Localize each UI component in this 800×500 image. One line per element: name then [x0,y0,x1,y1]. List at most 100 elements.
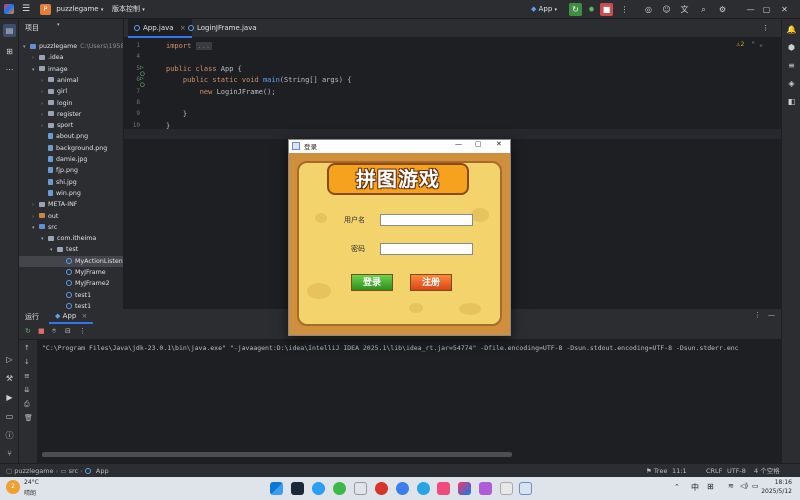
maximize-icon[interactable]: ▢ [760,3,773,16]
tree-item[interactable]: MyJFrame2 [19,278,123,289]
app-icon[interactable] [354,482,367,495]
chevron-up-icon[interactable]: ⌃ [751,40,755,48]
minimize-icon[interactable]: — [455,140,462,148]
tree-item[interactable]: › register [19,109,123,120]
layout-icon[interactable]: ◧ [785,95,798,108]
tab-overflow-icon[interactable]: ⋮ [756,19,775,38]
stop-icon[interactable]: ■ [600,3,613,16]
clock-date[interactable]: 2025/5/12 [758,488,792,495]
qq-icon[interactable] [479,482,492,495]
tray-expand-icon[interactable]: ⌃ [674,483,680,491]
ai-assistant-icon[interactable]: ◎ [642,3,655,16]
telegram-icon[interactable] [417,482,430,495]
vcs-menu[interactable]: 版本控制 ▾ [112,0,145,19]
main-menu-icon[interactable]: ☰ [22,0,30,19]
wechat-icon[interactable] [333,482,346,495]
run-tool-icon[interactable]: ▷ [3,353,16,366]
edge-icon[interactable] [312,482,325,495]
debug-icon[interactable]: ✹ [585,3,598,16]
close-icon[interactable]: ✕ [496,140,502,148]
collaboration-icon[interactable]: ☺ [660,3,673,16]
password-input[interactable] [380,243,473,255]
settings-icon[interactable]: ⚙ [716,3,729,16]
tree-item[interactable]: › sport [19,120,123,131]
login-button[interactable]: 登录 [351,274,393,291]
breadcrumb-item[interactable]: puzzlegame [14,467,53,475]
bilibili-icon[interactable] [437,482,450,495]
scroll-to-end-icon[interactable]: ⇊ [24,386,30,394]
run-tab-app[interactable]: ◆ App × [49,309,94,324]
tree-item[interactable]: › META-INF [19,199,123,210]
line-separator[interactable]: CRLF [706,464,722,478]
tree-item[interactable]: fjp.png [19,165,123,176]
project-folder-icon[interactable]: ▤ [3,24,16,37]
wifi-icon[interactable]: ≋ [728,482,734,490]
browser-icon[interactable] [396,482,409,495]
tree-item[interactable]: damie.jpg [19,154,123,165]
more-options-icon[interactable]: ⋮ [754,311,761,319]
tree-item[interactable]: test1 [19,301,123,309]
restore-layout-icon[interactable]: ⊟ [65,327,71,335]
weather-temp[interactable]: 24°C [24,479,39,486]
gradle-icon[interactable]: ⬢ [785,41,798,54]
steam-icon[interactable] [291,482,304,495]
netease-music-icon[interactable] [375,482,388,495]
app-logo-icon[interactable] [4,0,14,19]
code-line[interactable]: } [166,110,187,118]
maximize-icon[interactable]: ▢ [475,140,482,148]
breadcrumb-item[interactable]: App [96,467,109,475]
build-icon[interactable]: ⚒ [3,372,16,385]
hide-panel-icon[interactable]: — [768,311,775,319]
project-selector[interactable]: P puzzlegame ▾ [40,0,103,19]
close-icon[interactable]: ✕ [778,3,791,16]
tab-loginjframe-java[interactable]: LoginJFrame.java [182,19,263,38]
cursor-position[interactable]: 11:1 [672,464,687,478]
problems-icon[interactable]: ⓘ [3,429,16,442]
tree-item[interactable]: shi.jpg [19,177,123,188]
code-line[interactable]: public static void main(String[] args) { [166,76,352,84]
indent-setting[interactable]: 4 个空格 [754,464,780,478]
tree-item[interactable]: MyJFrame [19,267,123,278]
debug-tool-icon[interactable]: ▶ [3,391,16,404]
notifications-icon[interactable]: 🔔 [785,23,798,36]
stop-icon[interactable]: ■ [38,327,45,335]
search-icon[interactable]: ⌕ [697,3,710,16]
java-app-icon[interactable] [519,482,532,495]
chevron-down-icon[interactable]: ⌄ [759,40,763,48]
tree-item[interactable]: ▾ src [19,222,123,233]
print-icon[interactable]: ⎙ [24,400,30,409]
tree-item[interactable]: win.png [19,188,123,199]
code-line[interactable]: public class App { [166,65,242,73]
tree-item[interactable]: ▾ com.itheima [19,233,123,244]
structure-icon[interactable]: ⊞ [3,45,16,58]
clock-time[interactable]: 18:16 [764,479,792,486]
minimize-icon[interactable]: — [744,3,757,16]
volume-icon[interactable]: ◁) [740,482,748,490]
register-button[interactable]: 注册 [410,274,452,291]
translate-icon[interactable]: 文 [678,3,691,16]
windows-start-icon[interactable] [270,482,283,495]
rerun-icon[interactable]: ↻ [25,327,31,335]
more-tools-icon[interactable]: ⋯ [3,63,16,76]
database-icon[interactable]: ≡ [785,59,798,72]
tree-item[interactable]: ▾ test [19,244,123,255]
code-line[interactable]: new LoginJFrame(); [166,88,276,96]
tree-widget[interactable]: ⚑ Tree [646,464,667,478]
more-actions-icon[interactable]: ⋮ [79,327,86,335]
tree-item[interactable]: › girl [19,86,123,97]
tree-item[interactable]: background.png [19,143,123,154]
tree-item[interactable]: ▾ puzzlegame C:\Users\1958 [19,41,123,52]
horizontal-scrollbar[interactable] [42,452,512,457]
code-line[interactable]: import ... [166,42,213,50]
tree-item[interactable]: MyActionListen [19,255,123,267]
tree-item[interactable]: ▾ image [19,64,123,75]
scroll-up-icon[interactable]: ↑ [24,344,30,352]
tree-item[interactable]: › out [19,211,123,222]
input-lang[interactable]: 中 [691,482,699,493]
more-actions-icon[interactable]: ⋮ [618,3,631,16]
input-mode-icon[interactable]: ⊞ [707,482,714,491]
tree-item[interactable]: › login [19,98,123,109]
tree-item[interactable]: test1 [19,290,123,301]
username-input[interactable] [380,214,473,226]
weather-icon[interactable]: 2 [6,480,20,494]
